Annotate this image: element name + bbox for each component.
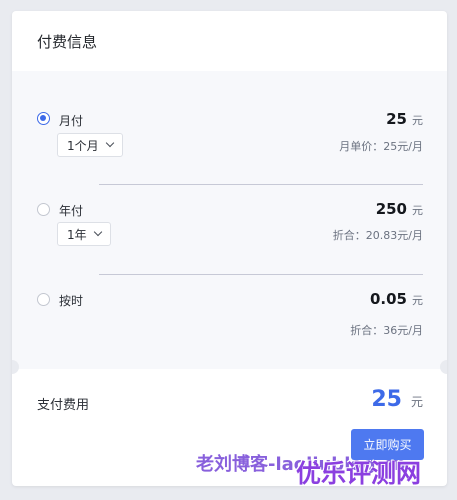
ticket-notch-right [440,360,447,374]
plan-yearly[interactable]: 年付 250 元 1年 折合：20.83元/月 [12,184,447,274]
chevron-down-icon [105,138,114,148]
plan-hourly-label: 按时 [59,294,84,308]
plan-monthly-price: 25 元 [386,110,423,128]
duration-select-monthly[interactable]: 1个月 [57,133,123,157]
chevron-down-icon [93,227,102,237]
plan-yearly-label: 年付 [59,204,84,218]
plan-yearly-price-value: 250 [375,200,407,218]
plan-monthly-label: 月付 [59,114,84,128]
plan-options: 月付 25 元 1个月 月单价：25元/月 年付 250 元 1年 折合：20.… [12,71,447,369]
plan-hourly-price-value: 0.05 [369,290,407,308]
plan-hourly[interactable]: 按时 0.05 元 折合：36元/月 [12,274,447,369]
duration-select-monthly-value: 1个月 [67,138,99,153]
plan-monthly-price-unit: 元 [412,114,423,127]
plan-monthly-radio[interactable] [37,112,50,125]
payment-amount-unit: 元 [410,395,423,409]
plan-yearly-note: 折合：20.83元/月 [332,229,423,242]
plan-yearly-radio[interactable] [37,203,50,216]
plan-hourly-price: 0.05 元 [370,290,423,308]
watermark-logo: 优乐评测网 [296,459,422,488]
plan-hourly-note: 折合：36元/月 [350,324,423,337]
duration-select-yearly[interactable]: 1年 [57,222,111,246]
payment-card: 付费信息 月付 25 元 1个月 月单价：25元/月 年付 250 元 1年 折… [12,11,447,486]
duration-select-yearly-value: 1年 [67,227,87,242]
plan-monthly-note: 月单价：25元/月 [339,140,423,153]
plan-yearly-price-unit: 元 [412,204,423,217]
payment-amount-value: 25 [371,387,402,412]
plan-hourly-radio[interactable] [37,293,50,306]
payment-label: 支付费用 [37,398,90,413]
payment-amount: 25 元 [371,387,423,412]
plan-hourly-price-unit: 元 [412,294,423,307]
plan-monthly[interactable]: 月付 25 元 1个月 月单价：25元/月 [12,71,447,171]
card-title: 付费信息 [37,32,98,51]
plan-yearly-price: 250 元 [376,200,423,218]
plan-monthly-price-value: 25 [386,110,407,128]
